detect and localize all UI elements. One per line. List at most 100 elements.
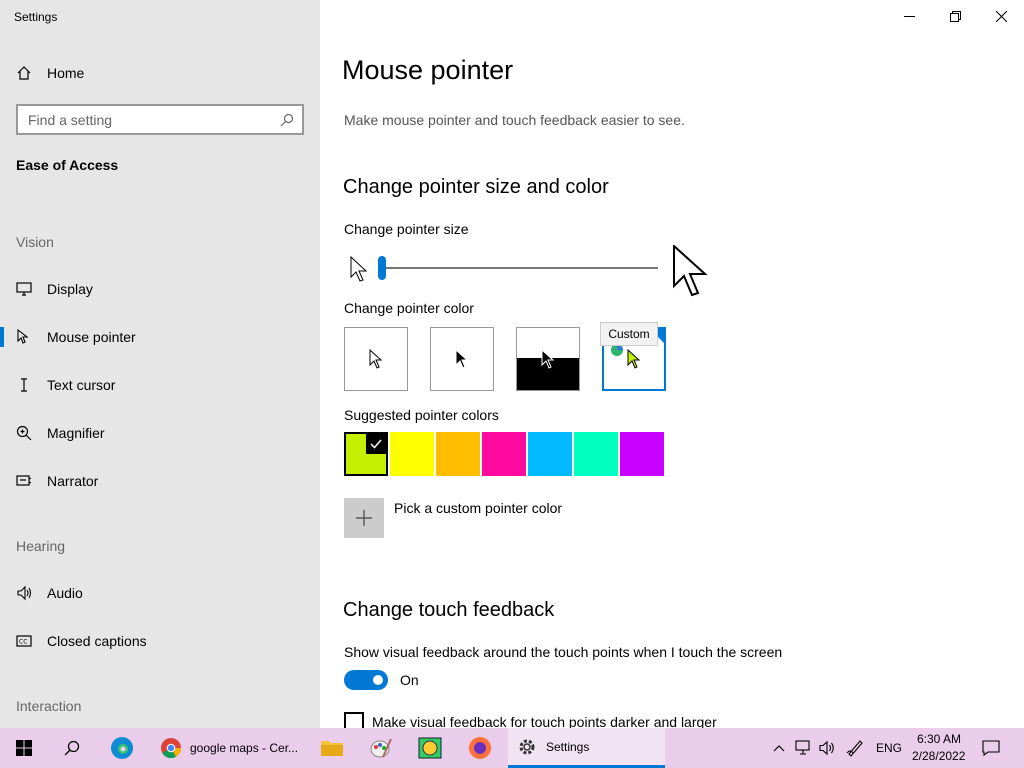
black-pointer-icon: [455, 349, 469, 369]
show-hidden-icons-button[interactable]: [768, 728, 790, 768]
edge-button[interactable]: [98, 728, 146, 768]
gear-icon: [519, 739, 535, 754]
text-cursor-icon: [21, 378, 27, 392]
restore-button[interactable]: [932, 0, 978, 32]
sidebar-item-mouse-pointer[interactable]: Mouse pointer: [0, 317, 320, 357]
magnifier-icon: [16, 425, 32, 441]
monitor-icon: [16, 282, 32, 296]
minimize-icon: [903, 15, 915, 17]
window-title: Settings: [14, 10, 58, 24]
mouse-pointer-icon: [17, 329, 29, 344]
minimize-button[interactable]: [886, 0, 932, 32]
search-placeholder: Find a setting: [28, 111, 113, 128]
search-icon: [64, 740, 80, 756]
home-icon: [17, 66, 31, 80]
plus-icon: [344, 498, 384, 538]
language-indicator[interactable]: ENG: [876, 741, 902, 755]
speaker-icon: [17, 585, 32, 601]
sidebar-home-label: Home: [47, 65, 85, 81]
swatch-sky-blue[interactable]: [528, 432, 572, 476]
taskbar-app-label: google maps - Cer...: [190, 741, 299, 755]
chrome-icon: [161, 738, 182, 759]
sidebar-item-label: Audio: [47, 585, 83, 601]
slider-thumb[interactable]: [378, 256, 386, 280]
pointer-color-label: Change pointer color: [344, 300, 474, 316]
color-option-black[interactable]: [430, 327, 494, 391]
taskbar-search-button[interactable]: [48, 728, 96, 768]
large-pointer-icon: [673, 245, 708, 297]
pointer-size-label: Change pointer size: [344, 221, 469, 237]
pen-workspace-button[interactable]: [843, 728, 867, 768]
start-button[interactable]: [0, 728, 48, 768]
touch-feedback-toggle-row: On: [344, 670, 419, 690]
taskbar: google maps - Cer... Settings ENG 6:30 A…: [0, 728, 1024, 768]
page-description: Make mouse pointer and touch feedback ea…: [344, 112, 685, 128]
firefox-icon: [469, 737, 491, 759]
network-button[interactable]: [792, 728, 816, 768]
sidebar-item-display[interactable]: Display: [0, 269, 320, 309]
custom-pointer-icon: [627, 349, 641, 369]
paint-button[interactable]: [358, 728, 404, 768]
toggle-state-label: On: [400, 672, 419, 688]
custom-color-button[interactable]: Pick a custom pointer color: [344, 498, 562, 538]
search-icon[interactable]: [280, 113, 294, 127]
pointer-size-slider[interactable]: [344, 245, 724, 300]
swatch-gold[interactable]: [436, 432, 480, 476]
edge-icon: [111, 737, 133, 759]
sidebar-item-audio[interactable]: Audio: [0, 573, 320, 613]
search-input[interactable]: Find a setting: [16, 104, 304, 135]
swatch-purple[interactable]: [620, 432, 664, 476]
chevron-up-icon: [773, 745, 785, 752]
inverted-pointer-icon: [541, 349, 555, 369]
speaker-icon: [819, 740, 834, 756]
swatch-yellow[interactable]: [390, 432, 434, 476]
sidebar-item-closed-captions[interactable]: CC Closed captions: [0, 621, 320, 661]
clock-date[interactable]: 2/28/2022: [912, 749, 965, 763]
custom-tooltip: Custom: [600, 322, 658, 346]
color-option-inverted[interactable]: [516, 327, 580, 391]
file-explorer-button[interactable]: [310, 728, 354, 768]
narrator-icon: [16, 475, 32, 486]
slider-track[interactable]: [380, 267, 658, 269]
paint-icon: [370, 738, 392, 758]
close-icon: [995, 10, 1007, 22]
firefox-button[interactable]: [456, 728, 504, 768]
sidebar: Settings Home Find a setting Ease of Acc…: [0, 0, 320, 728]
close-button[interactable]: [978, 0, 1024, 32]
page-title: Mouse pointer: [342, 55, 514, 85]
sidebar-item-narrator[interactable]: Narrator: [0, 461, 320, 501]
sidebar-item-text-cursor[interactable]: Text cursor: [0, 365, 320, 405]
clock-time[interactable]: 6:30 AM: [917, 732, 961, 746]
globe-map-icon: [418, 737, 442, 759]
swatch-lime[interactable]: [344, 432, 388, 476]
sidebar-item-label: Closed captions: [47, 633, 147, 649]
network-icon: [795, 740, 810, 755]
taskbar-app-chrome[interactable]: google maps - Cer...: [152, 728, 304, 768]
custom-color-label: Pick a custom pointer color: [394, 500, 563, 516]
size-color-heading: Change pointer size and color: [343, 176, 609, 198]
taskbar-app-label: Settings: [546, 739, 590, 754]
taskbar-app-settings[interactable]: Settings: [508, 728, 665, 768]
touch-feedback-toggle[interactable]: [344, 670, 388, 690]
sidebar-item-label: Display: [47, 281, 93, 297]
windows-icon: [16, 740, 32, 756]
swatch-pink[interactable]: [482, 432, 526, 476]
notifications-button[interactable]: [978, 728, 1004, 768]
white-pointer-icon: [369, 349, 383, 369]
group-label-vision: Vision: [16, 234, 54, 250]
sidebar-item-magnifier[interactable]: Magnifier: [0, 413, 320, 453]
sidebar-home[interactable]: Home: [16, 62, 84, 84]
swatch-aqua[interactable]: [574, 432, 618, 476]
color-option-white[interactable]: [344, 327, 408, 391]
main-content: Mouse pointer Make mouse pointer and tou…: [320, 0, 1024, 732]
suggested-colors-label: Suggested pointer colors: [344, 407, 499, 423]
touch-feedback-label: Show visual feedback around the touch po…: [344, 644, 783, 660]
volume-button[interactable]: [816, 728, 840, 768]
touch-heading: Change touch feedback: [343, 599, 555, 621]
sidebar-item-label: Magnifier: [47, 425, 105, 441]
maps-app-button[interactable]: [406, 728, 454, 768]
notification-icon: [982, 740, 1000, 756]
suggested-color-swatches: [344, 432, 664, 476]
sidebar-item-label: Mouse pointer: [47, 329, 136, 345]
pen-icon: [846, 740, 863, 757]
